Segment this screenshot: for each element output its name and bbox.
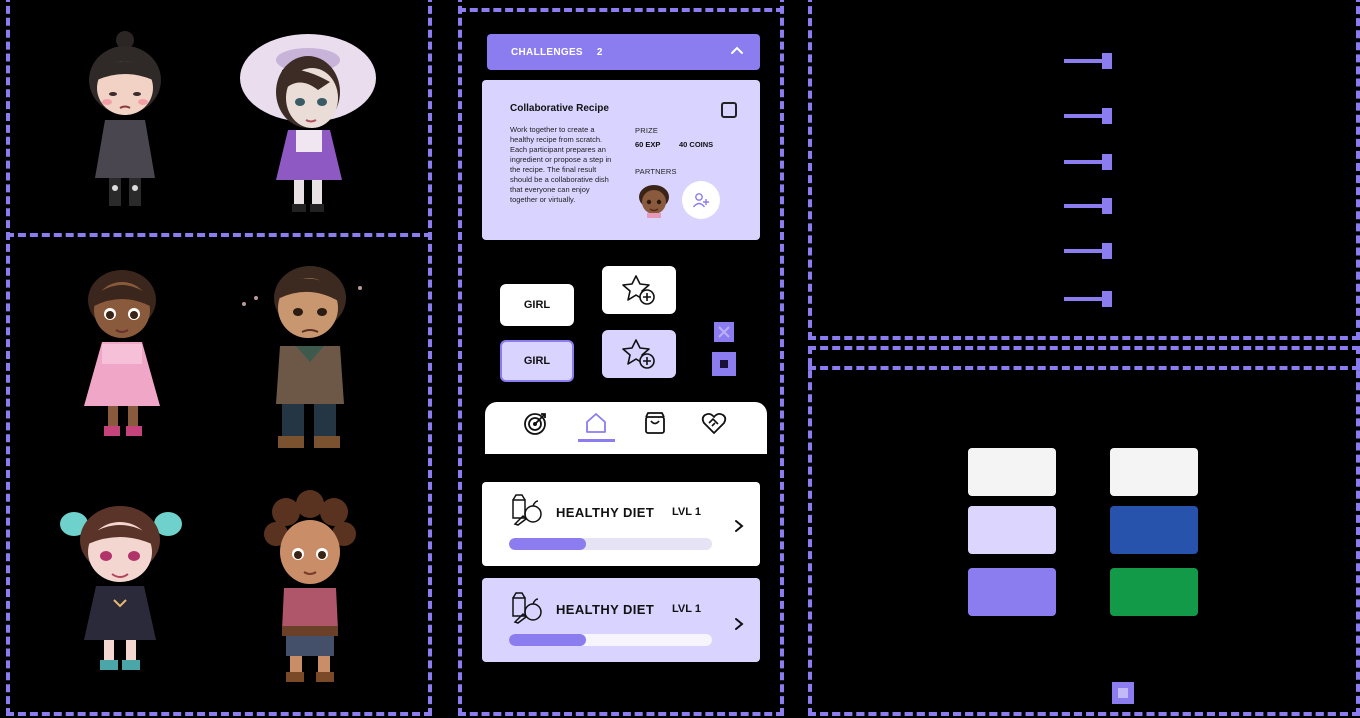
challenges-count: 2 (596, 46, 603, 58)
character-girl-navy-dress[interactable] (56, 500, 184, 678)
color-swatch[interactable] (968, 568, 1056, 616)
healthy-food-icon (512, 592, 542, 624)
close-icon (718, 326, 730, 338)
components-divider (458, 8, 784, 12)
arrow-right-icon (1064, 108, 1112, 124)
target-icon[interactable] (523, 410, 549, 436)
challenges-label: CHALLENGES (511, 46, 583, 58)
diet-progress-track (509, 538, 712, 550)
challenges-header[interactable]: CHALLENGES 2 (487, 34, 760, 70)
girl-button[interactable]: GIRL (500, 284, 574, 326)
character-row-divider (6, 233, 432, 237)
home-icon[interactable] (583, 410, 609, 436)
character-girl-pink-dress[interactable] (72, 266, 172, 446)
healthy-diet-card-selected[interactable]: HEALTHY DIET LVL 1 (482, 578, 760, 662)
arrow-right-icon (1064, 198, 1112, 214)
close-marker (714, 322, 734, 342)
bottom-nav-bar (485, 402, 767, 454)
chevron-up-icon[interactable] (728, 42, 746, 60)
diet-title: HEALTHY DIET (556, 505, 655, 520)
color-swatch[interactable] (968, 506, 1056, 554)
arrow-right-icon (1064, 154, 1112, 170)
character-boy-brown-shirt[interactable] (236, 258, 370, 454)
prize-exp: 60 EXP (635, 140, 661, 149)
corner-marker-inner (1118, 688, 1128, 698)
prize-label: PRIZE (635, 126, 659, 135)
arrow-right-icon (1064, 53, 1112, 69)
corner-marker (1112, 682, 1134, 704)
add-favorite-button[interactable] (602, 266, 676, 314)
diet-progress-fill (509, 634, 587, 646)
add-favorite-button-selected[interactable] (602, 330, 676, 378)
square-marker-inner (720, 360, 728, 368)
heart-handshake-icon[interactable] (701, 410, 727, 436)
star-plus-icon (622, 339, 655, 369)
challenge-title: Collaborative Recipe (510, 103, 609, 114)
shopping-bag-icon[interactable] (642, 410, 668, 436)
chevron-right-icon[interactable] (732, 617, 746, 631)
add-user-icon (692, 193, 709, 208)
add-partner-button[interactable] (682, 181, 720, 219)
diet-level: LVL 1 (672, 603, 701, 615)
partners-label: PARTNERS (635, 167, 677, 176)
colors-divider (808, 366, 1360, 370)
colors-bottom-divider (808, 712, 1360, 716)
diet-title: HEALTHY DIET (556, 602, 655, 617)
character-girl-curly-hair[interactable] (256, 490, 364, 686)
star-plus-icon (622, 275, 655, 305)
colors-panel (808, 346, 1360, 716)
healthy-diet-card[interactable]: HEALTHY DIET LVL 1 (482, 482, 760, 566)
square-marker (712, 352, 736, 376)
challenge-description: Work together to create a healthy recipe… (510, 125, 612, 204)
challenge-checkbox[interactable] (721, 102, 737, 118)
diet-progress-track (509, 634, 712, 646)
partner-avatar[interactable] (637, 184, 671, 218)
character-girl-purple-bonnet[interactable] (238, 30, 378, 216)
prize-coins: 40 COINS (679, 140, 714, 149)
girl-button-selected[interactable]: GIRL (500, 340, 574, 382)
chevron-right-icon[interactable] (732, 519, 746, 533)
nav-active-indicator (578, 439, 615, 442)
challenge-card: Collaborative Recipe Work together to cr… (482, 80, 760, 240)
arrow-right-icon (1064, 243, 1112, 259)
diet-progress-fill (509, 538, 587, 550)
character-girl-gray-dress[interactable] (75, 28, 175, 210)
color-swatch[interactable] (1110, 506, 1198, 554)
diet-level: LVL 1 (672, 506, 701, 518)
healthy-food-icon (512, 494, 542, 526)
color-swatch[interactable] (968, 448, 1056, 496)
arrow-right-icon (1064, 291, 1112, 307)
color-swatch[interactable] (1110, 448, 1198, 496)
color-swatch[interactable] (1110, 568, 1198, 616)
